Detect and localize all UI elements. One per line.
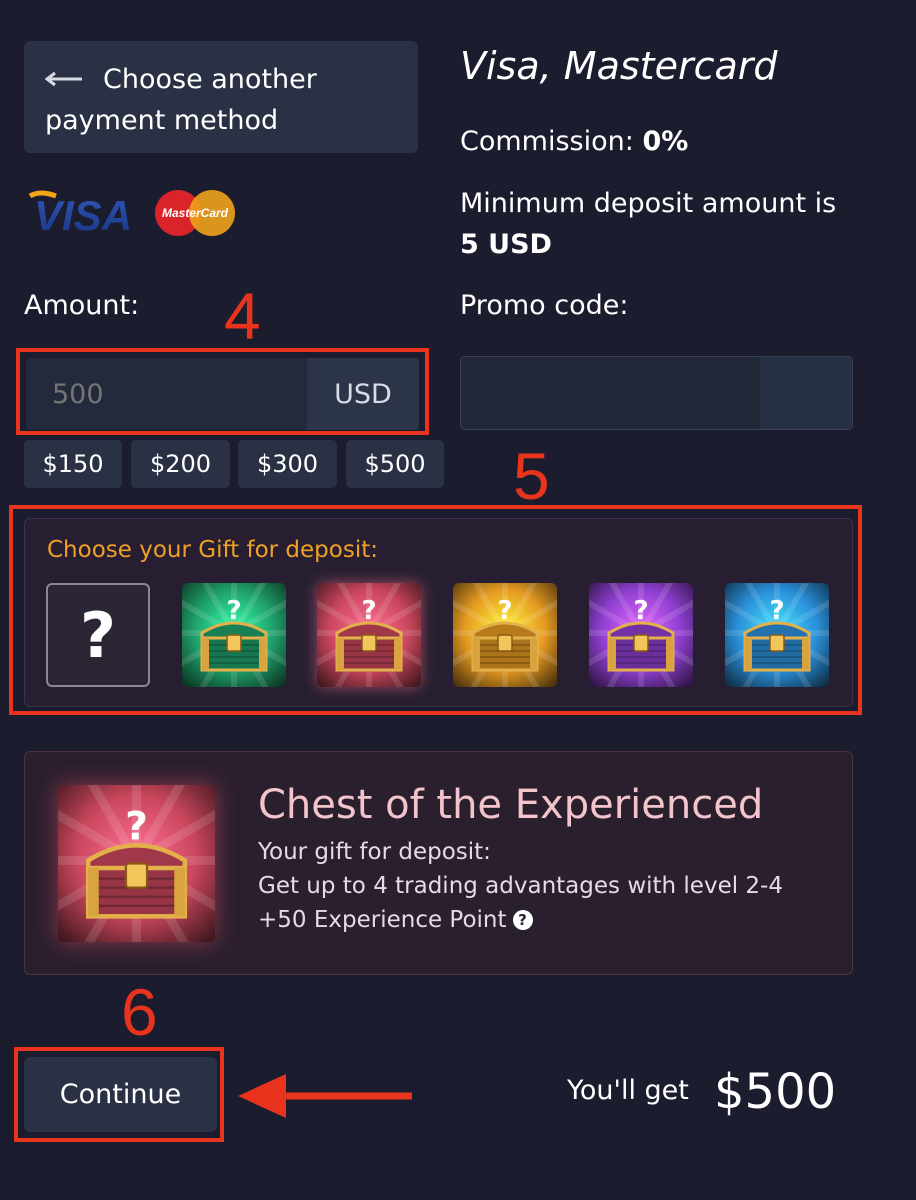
gift-purple-chest[interactable]: ? [589, 583, 693, 687]
min-deposit-value: 5 USD [460, 229, 552, 260]
question-mark-icon: ? [80, 598, 116, 672]
chest-subtitle: Your gift for deposit: [258, 839, 491, 865]
red-chest-icon: ? [317, 583, 421, 687]
chest-benefit-1: Get up to 4 trading advantages with leve… [258, 873, 783, 899]
you-get-amount: $500 [714, 1064, 837, 1120]
step-5-annotation: 5 [513, 439, 550, 513]
blue-chest-icon: ? [725, 583, 829, 687]
continue-button[interactable]: Continue [24, 1057, 217, 1132]
svg-text:?: ? [633, 596, 648, 626]
preset-500-button[interactable]: $500 [346, 440, 444, 488]
you-get-label: You'll get [567, 1075, 689, 1106]
step-4-annotation: 4 [224, 279, 261, 353]
preset-150-button[interactable]: $150 [24, 440, 122, 488]
svg-text:?: ? [226, 596, 241, 626]
red-chest-large-icon: ? [58, 785, 215, 942]
help-icon[interactable]: ? [512, 910, 533, 930]
commission-line: Commission: 0% [460, 126, 688, 157]
arrow-left-icon [45, 71, 82, 87]
chest-name: Chest of the Experienced [258, 782, 764, 828]
promo-code-label: Promo code: [460, 290, 629, 321]
commission-label: Commission: [460, 126, 634, 157]
promo-code-field[interactable] [460, 356, 853, 430]
gift-random-option[interactable]: ? [46, 583, 150, 687]
chest-benefit-2-text: +50 Experience Point [258, 907, 507, 933]
visa-mastercard-logo: VISA MasterCard [28, 190, 235, 239]
choose-another-method-button[interactable]: Choose another payment method [24, 41, 418, 153]
purple-chest-icon: ? [589, 583, 693, 687]
svg-text:?: ? [361, 596, 376, 626]
step-6-annotation: 6 [121, 975, 158, 1049]
payment-method-title: Visa, Mastercard [460, 44, 778, 88]
amount-label: Amount: [24, 290, 140, 321]
gift-title: Choose your Gift for deposit: [47, 537, 378, 563]
preset-300-button[interactable]: $300 [238, 440, 337, 488]
preset-200-button[interactable]: $200 [131, 440, 230, 488]
svg-text:?: ? [769, 596, 784, 626]
gift-red-chest[interactable]: ? [317, 583, 421, 687]
promo-code-input[interactable] [461, 357, 761, 429]
svg-text:?: ? [125, 804, 148, 849]
gold-chest-icon: ? [453, 583, 557, 687]
gift-green-chest[interactable]: ? [182, 583, 286, 687]
promo-code-apply-button[interactable] [760, 357, 852, 429]
amount-field[interactable]: USD [26, 358, 419, 430]
amount-input[interactable] [26, 358, 308, 430]
commission-value: 0% [642, 126, 689, 157]
mastercard-logo-text: MasterCard [162, 206, 229, 220]
featured-chest-image: ? [58, 785, 215, 942]
red-arrow-annotation [238, 1074, 412, 1118]
green-chest-icon: ? [182, 583, 286, 687]
visa-logo-text: VISA [34, 192, 132, 239]
gift-gold-chest[interactable]: ? [453, 583, 557, 687]
min-deposit-label: Minimum deposit amount is [460, 188, 837, 219]
svg-text:?: ? [497, 596, 512, 626]
chest-benefit-2: +50 Experience Point? [258, 907, 533, 933]
currency-selector[interactable]: USD [307, 358, 419, 430]
back-button-label: Choose another payment method [45, 64, 317, 136]
gift-blue-chest[interactable]: ? [725, 583, 829, 687]
